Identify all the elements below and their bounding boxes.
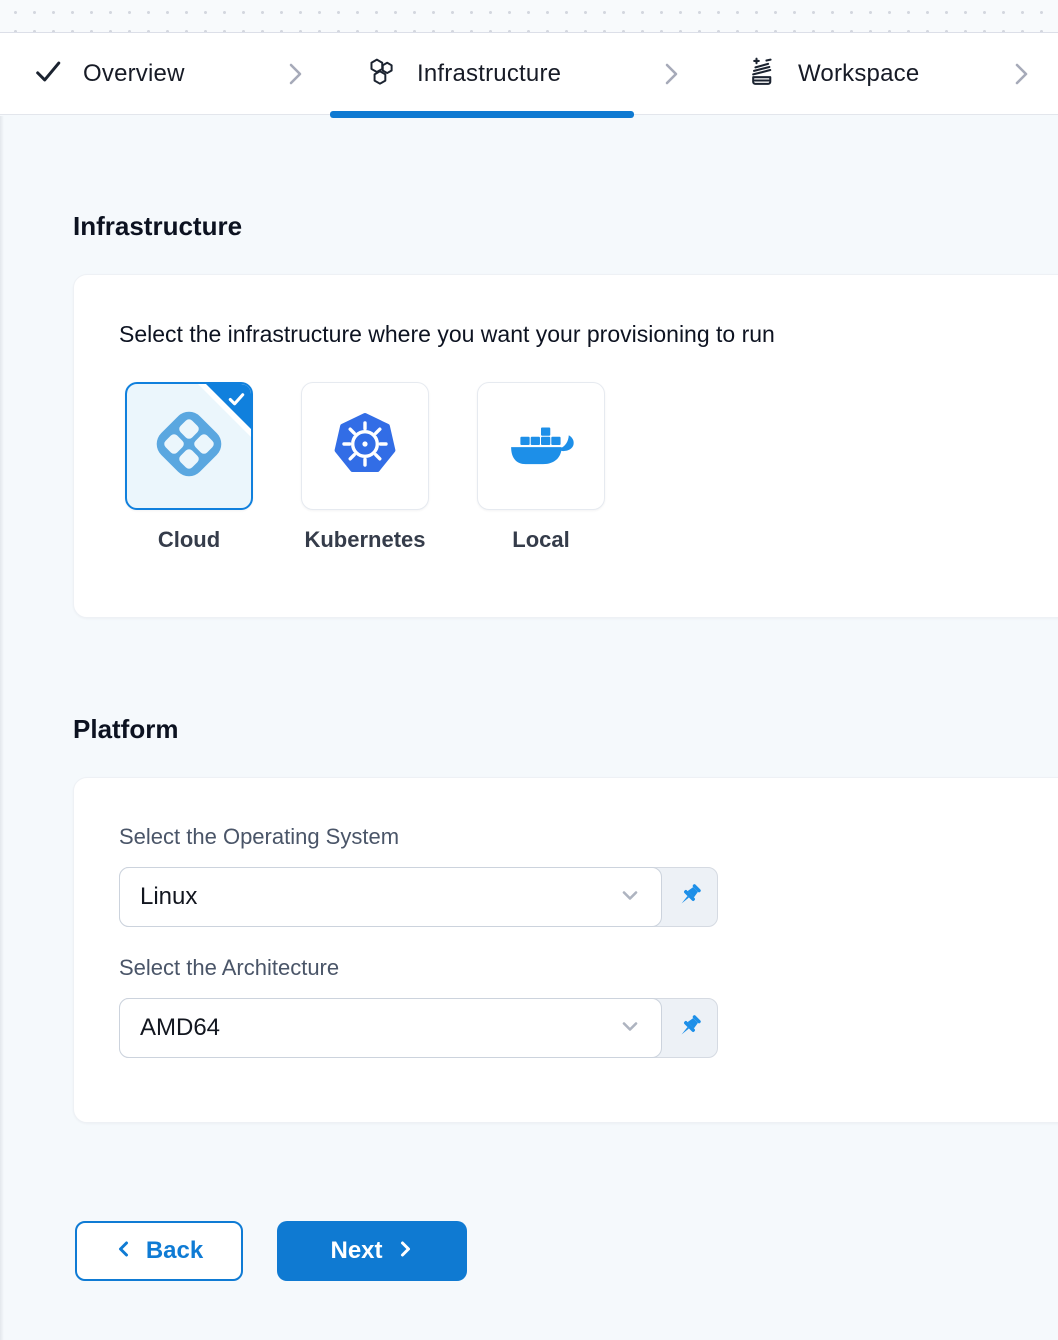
option-local: Local — [477, 382, 605, 553]
chevron-down-icon — [617, 882, 643, 913]
option-cloud: Cloud — [125, 382, 253, 553]
back-button[interactable]: Back — [75, 1221, 243, 1281]
local-tile[interactable] — [477, 382, 605, 510]
chevron-right-icon — [396, 1237, 414, 1265]
tab-overview[interactable]: Overview — [33, 33, 185, 114]
check-icon — [33, 56, 63, 91]
tab-infrastructure-label: Infrastructure — [417, 60, 561, 88]
next-button[interactable]: Next — [277, 1221, 467, 1281]
os-select-value: Linux — [140, 883, 197, 911]
cloud-tile[interactable] — [125, 382, 253, 510]
pushpin-icon — [676, 1013, 703, 1043]
next-button-label: Next — [330, 1237, 382, 1265]
pushpin-icon — [676, 882, 703, 912]
layers-stack-icon — [747, 56, 778, 92]
architecture-field-label: Select the Architecture — [119, 955, 1027, 981]
back-button-label: Back — [146, 1237, 203, 1265]
checkmark-icon — [226, 389, 247, 415]
os-pin-button[interactable] — [662, 868, 717, 926]
platform-section-title: Platform — [73, 714, 1058, 745]
docker-icon — [507, 419, 575, 474]
chevron-right-icon — [1009, 33, 1033, 114]
architecture-select[interactable]: AMD64 — [119, 998, 662, 1058]
active-tab-indicator — [330, 111, 634, 118]
kubernetes-tile[interactable] — [301, 382, 429, 510]
wizard-stepper: Overview Infrastructure — [0, 33, 1058, 115]
option-kubernetes: Kubernetes — [301, 382, 429, 553]
kubernetes-icon — [333, 412, 397, 481]
infrastructure-panel: Select the infrastructure where you want… — [73, 274, 1058, 618]
cloud-tile-label: Cloud — [158, 527, 220, 553]
tab-workspace[interactable]: Workspace — [747, 33, 919, 114]
tab-overview-label: Overview — [83, 60, 185, 88]
chevron-right-icon — [659, 33, 683, 114]
architecture-select-group: AMD64 — [119, 998, 718, 1058]
os-field-label: Select the Operating System — [119, 824, 1027, 850]
kubernetes-tile-label: Kubernetes — [304, 527, 425, 553]
local-tile-label: Local — [512, 527, 569, 553]
os-select[interactable]: Linux — [119, 867, 662, 927]
cloud-provider-icon — [148, 403, 230, 490]
infrastructure-section-title: Infrastructure — [73, 211, 1058, 242]
infrastructure-prompt: Select the infrastructure where you want… — [119, 321, 1027, 348]
architecture-field: Select the Architecture AMD64 — [119, 955, 1027, 1058]
tab-infrastructure[interactable]: Infrastructure — [366, 33, 561, 114]
chevron-down-icon — [617, 1013, 643, 1044]
os-field: Select the Operating System Linux — [119, 824, 1027, 927]
chevron-right-icon — [283, 33, 307, 114]
architecture-select-value: AMD64 — [140, 1014, 220, 1042]
dotted-background-strip — [0, 0, 1058, 33]
wizard-navigation: Back Next — [75, 1221, 1058, 1281]
tab-workspace-label: Workspace — [798, 60, 919, 88]
os-select-group: Linux — [119, 867, 718, 927]
wizard-content: Infrastructure Select the infrastructure… — [0, 211, 1058, 1281]
hexagons-icon — [366, 56, 397, 92]
chevron-left-icon — [115, 1237, 133, 1265]
infrastructure-options: Cloud — [125, 382, 1027, 553]
architecture-pin-button[interactable] — [662, 999, 717, 1057]
platform-panel: Select the Operating System Linux — [73, 777, 1058, 1123]
